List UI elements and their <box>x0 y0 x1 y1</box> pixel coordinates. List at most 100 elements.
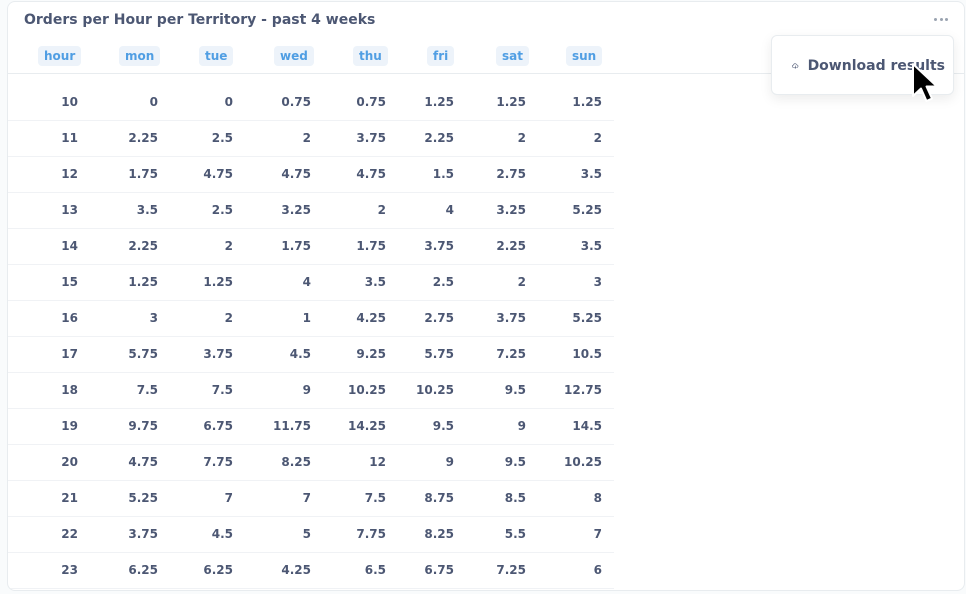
table-row: 14 2.25 2 1.75 1.75 3.75 2.25 3.5 <box>8 229 614 265</box>
table-cell-fri: 3.75 <box>424 239 454 253</box>
table-cell-sat: 2.25 <box>496 239 526 253</box>
table-row: 10 0 0 0.75 0.75 1.25 1.25 1.25 <box>8 85 614 121</box>
table-cell-wed: 9 <box>302 383 311 397</box>
table-cell-thu: 14.25 <box>348 419 386 433</box>
table-cell-sun: 3.5 <box>580 239 602 253</box>
table-body: 10 0 0 0.75 0.75 1.25 1.25 1.25 11 2.25 2.5 2 3.75 2.… <box>8 85 614 589</box>
table-cell-sat: 5.5 <box>504 527 526 541</box>
table-row: 18 7.5 7.5 9 10.25 10.25 9.5 12.75 <box>8 373 614 409</box>
table-row: 21 5.25 7 7 7.5 8.75 8.5 8 <box>8 481 614 517</box>
column-header-tue[interactable]: tue <box>199 46 234 66</box>
column-header-fri[interactable]: fri <box>427 46 455 66</box>
table-row: 17 5.75 3.75 4.5 9.25 5.75 7.25 10.5 <box>8 337 614 373</box>
table-cell-tue: 1.25 <box>203 275 233 289</box>
table-cell-sat: 8.5 <box>504 491 526 505</box>
table-cell-hour: 16 <box>61 311 78 325</box>
table-cell-sat: 3.75 <box>496 311 526 325</box>
column-header-wed[interactable]: wed <box>274 46 314 66</box>
table-cell-hour: 17 <box>61 347 78 361</box>
table-cell-wed: 7 <box>302 491 311 505</box>
table-cell-mon: 4.75 <box>128 455 158 469</box>
more-options-icon[interactable] <box>934 12 948 26</box>
column-header-sat[interactable]: sat <box>496 46 529 66</box>
table-cell-hour: 20 <box>61 455 78 469</box>
table-cell-hour: 18 <box>61 383 78 397</box>
table-row: 20 4.75 7.75 8.25 12 9 9.5 10.25 <box>8 445 614 481</box>
table-cell-hour: 22 <box>61 527 78 541</box>
table-row: 16 3 2 1 4.25 2.75 3.75 5.25 <box>8 301 614 337</box>
table-cell-sun: 1.25 <box>572 95 602 109</box>
table-cell-hour: 23 <box>61 563 78 577</box>
table-cell-thu: 1.75 <box>356 239 386 253</box>
table-cell-thu: 2 <box>377 203 386 217</box>
column-header-mon[interactable]: mon <box>119 46 161 66</box>
table-cell-thu: 4.75 <box>356 167 386 181</box>
table-cell-thu: 6.5 <box>364 563 386 577</box>
table-cell-fri: 9.5 <box>432 419 454 433</box>
table-cell-mon: 1.25 <box>128 275 158 289</box>
table-cell-hour: 12 <box>61 167 78 181</box>
table-cell-fri: 1.5 <box>432 167 454 181</box>
table-cell-mon: 3.5 <box>136 203 158 217</box>
table-cell-thu: 3.75 <box>356 131 386 145</box>
table-cell-wed: 1.75 <box>281 239 311 253</box>
table-cell-thu: 10.25 <box>348 383 386 397</box>
table-cell-sun: 5.25 <box>572 311 602 325</box>
table-cell-hour: 19 <box>61 419 78 433</box>
table-cell-hour: 14 <box>61 239 78 253</box>
download-results-button[interactable]: Download results <box>780 48 945 84</box>
table-cell-fri: 2.75 <box>424 311 454 325</box>
table-row: 19 9.75 6.75 11.75 14.25 9.5 9 14.5 <box>8 409 614 445</box>
table-cell-fri: 5.75 <box>424 347 454 361</box>
table-cell-sat: 7.25 <box>496 347 526 361</box>
table-cell-sat: 7.25 <box>496 563 526 577</box>
table-cell-sun: 10.25 <box>564 455 602 469</box>
table-cell-wed: 4.5 <box>289 347 311 361</box>
table-cell-wed: 11.75 <box>273 419 311 433</box>
table-row: 23 6.25 6.25 4.25 6.5 6.75 7.25 6 <box>8 553 614 589</box>
table-cell-tue: 7.5 <box>211 383 233 397</box>
table-cell-fri: 8.25 <box>424 527 454 541</box>
table-cell-fri: 2.25 <box>424 131 454 145</box>
table-cell-sun: 3.5 <box>580 167 602 181</box>
column-header-sun[interactable]: sun <box>566 46 603 66</box>
table-cell-fri: 10.25 <box>416 383 454 397</box>
table-cell-sun: 10.5 <box>572 347 602 361</box>
table-cell-wed: 5 <box>302 527 311 541</box>
table-cell-fri: 6.75 <box>424 563 454 577</box>
table-cell-sun: 12.75 <box>564 383 602 397</box>
table-cell-mon: 2.25 <box>128 131 158 145</box>
table-cell-thu: 7.75 <box>356 527 386 541</box>
table-cell-wed: 3.25 <box>281 203 311 217</box>
table-cell-wed: 4 <box>302 275 311 289</box>
table-row: 12 1.75 4.75 4.75 4.75 1.5 2.75 3.5 <box>8 157 614 193</box>
table-cell-tue: 2 <box>224 239 233 253</box>
cloud-download-icon <box>792 63 799 69</box>
table-cell-sun: 14.5 <box>572 419 602 433</box>
table-row: 15 1.25 1.25 4 3.5 2.5 2 3 <box>8 265 614 301</box>
table-cell-tue: 2.5 <box>211 131 233 145</box>
download-results-label: Download results <box>807 58 945 74</box>
column-header-hour[interactable]: hour <box>38 46 82 66</box>
table-cell-tue: 2 <box>224 311 233 325</box>
table-cell-fri: 9 <box>445 455 454 469</box>
table-cell-sat: 2.75 <box>496 167 526 181</box>
column-header-thu[interactable]: thu <box>353 46 388 66</box>
table-cell-hour: 13 <box>61 203 78 217</box>
table-cell-sun: 6 <box>593 563 602 577</box>
table-cell-thu: 7.5 <box>364 491 386 505</box>
table-cell-hour: 11 <box>61 131 78 145</box>
table-row: 13 3.5 2.5 3.25 2 4 3.25 5.25 <box>8 193 614 229</box>
table-cell-wed: 4.25 <box>281 563 311 577</box>
table-cell-fri: 4 <box>445 203 454 217</box>
table-cell-tue: 2.5 <box>211 203 233 217</box>
table-cell-thu: 12 <box>369 455 386 469</box>
card-title[interactable]: Orders per Hour per Territory - past 4 w… <box>24 12 375 28</box>
table-cell-sat: 9 <box>517 419 526 433</box>
table-cell-wed: 2 <box>302 131 311 145</box>
actions-popover: Download results <box>771 35 954 95</box>
table-cell-fri: 2.5 <box>432 275 454 289</box>
table-cell-sun: 3 <box>593 275 602 289</box>
table-cell-sat: 9.5 <box>504 455 526 469</box>
table-cell-wed: 8.25 <box>281 455 311 469</box>
